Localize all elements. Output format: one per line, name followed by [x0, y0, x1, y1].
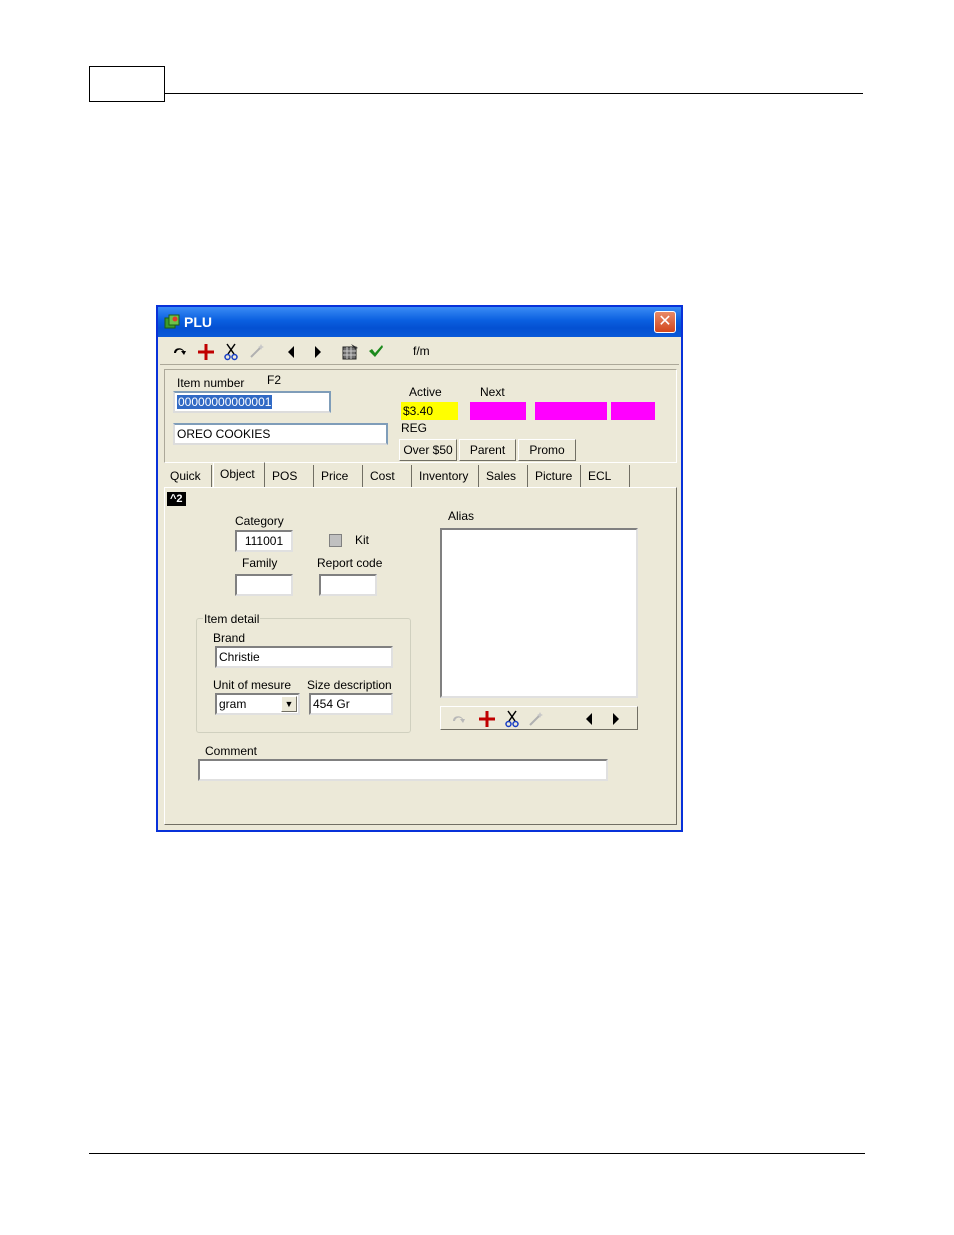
- price-type-label: REG: [401, 421, 428, 435]
- alias-label: Alias: [448, 509, 475, 523]
- alias-toolbar: [440, 706, 638, 730]
- alias-list[interactable]: [440, 528, 638, 698]
- close-button[interactable]: ✕: [654, 311, 676, 333]
- check-icon[interactable]: [368, 343, 384, 359]
- description-value: OREO COOKIES: [177, 427, 271, 441]
- footer-rule: [89, 1153, 865, 1154]
- item-number-value: 00000000000001: [177, 395, 273, 409]
- tab-ecl[interactable]: ECL: [582, 465, 630, 487]
- promo-button[interactable]: Promo: [518, 439, 576, 461]
- f2-label: F2: [267, 373, 282, 387]
- next-icon[interactable]: [313, 345, 323, 359]
- category-input[interactable]: 111001: [235, 530, 293, 552]
- active-label: Active: [409, 385, 442, 399]
- family-input[interactable]: [235, 574, 293, 596]
- item-header-panel: Item number F2 00000000000001 OREO COOKI…: [164, 369, 677, 463]
- wand-icon[interactable]: [528, 711, 544, 727]
- kit-label: Kit: [355, 533, 370, 547]
- report-code-label: Report code: [317, 556, 383, 570]
- size-description-label: Size description: [307, 678, 392, 692]
- tab-sales[interactable]: Sales: [480, 465, 528, 487]
- undo-icon[interactable]: [451, 713, 467, 725]
- tab-quick[interactable]: Quick: [164, 465, 212, 487]
- parent-button[interactable]: Parent: [459, 439, 516, 461]
- kit-checkbox[interactable]: [329, 534, 342, 547]
- add-icon[interactable]: [197, 343, 215, 361]
- grid-icon[interactable]: [341, 343, 359, 361]
- plu-window: PLU ✕ f/m Item number F2 00000000000001 …: [156, 305, 683, 832]
- comment-label: Comment: [205, 744, 258, 758]
- app-icon: [164, 314, 180, 329]
- tab-picture[interactable]: Picture: [529, 465, 581, 487]
- next-icon[interactable]: [611, 712, 621, 726]
- window-title: PLU: [184, 314, 212, 330]
- tab-cost[interactable]: Cost: [364, 465, 412, 487]
- fm-label[interactable]: f/m: [413, 344, 430, 358]
- tab-strip: Quick Object POS Price Cost Inventory Sa…: [164, 462, 679, 487]
- chevron-down-icon[interactable]: ▼: [281, 696, 297, 712]
- report-code-input[interactable]: [319, 574, 377, 596]
- tab-inventory[interactable]: Inventory: [413, 465, 479, 487]
- header-rule: [165, 93, 863, 94]
- active-price[interactable]: $3.40: [401, 402, 458, 420]
- next-price-box-2[interactable]: [535, 402, 607, 420]
- category-label: Category: [235, 514, 284, 528]
- brand-input[interactable]: Christie: [215, 646, 393, 668]
- cut-icon[interactable]: [505, 710, 519, 728]
- item-number-label: Item number: [177, 376, 245, 390]
- prev-icon[interactable]: [286, 345, 296, 359]
- comment-input[interactable]: [198, 759, 608, 781]
- size-description-input[interactable]: 454 Gr: [309, 693, 393, 715]
- add-icon[interactable]: [478, 710, 496, 728]
- cut-icon[interactable]: [224, 343, 238, 361]
- title-bar[interactable]: PLU ✕: [158, 307, 681, 337]
- wand-icon[interactable]: [249, 343, 265, 359]
- toolbar: f/m: [160, 339, 679, 365]
- unit-of-measure-select[interactable]: gram ▼: [215, 693, 300, 715]
- next-price-box-1[interactable]: [470, 402, 526, 420]
- next-label: Next: [480, 385, 505, 399]
- family-label: Family: [242, 556, 278, 570]
- item-number-input[interactable]: 00000000000001: [173, 391, 331, 413]
- tab-price[interactable]: Price: [315, 465, 363, 487]
- object-tab-panel: ^2 Category 111001 Kit Family Report cod…: [164, 487, 677, 825]
- page-number-box: [89, 66, 165, 102]
- tab-pos[interactable]: POS: [266, 465, 314, 487]
- item-detail-title: Item detail: [203, 612, 261, 626]
- tab-object[interactable]: Object: [213, 462, 265, 487]
- next-price-box-3[interactable]: [611, 402, 655, 420]
- close-icon: ✕: [658, 313, 672, 330]
- description-input[interactable]: OREO COOKIES: [173, 423, 388, 445]
- shortcut-badge: ^2: [167, 492, 186, 506]
- prev-icon[interactable]: [584, 712, 594, 726]
- unit-of-measure-label: Unit of mesure: [213, 678, 292, 692]
- over-50-button[interactable]: Over $50: [399, 439, 457, 461]
- undo-icon[interactable]: [172, 345, 188, 357]
- brand-label: Brand: [213, 631, 246, 645]
